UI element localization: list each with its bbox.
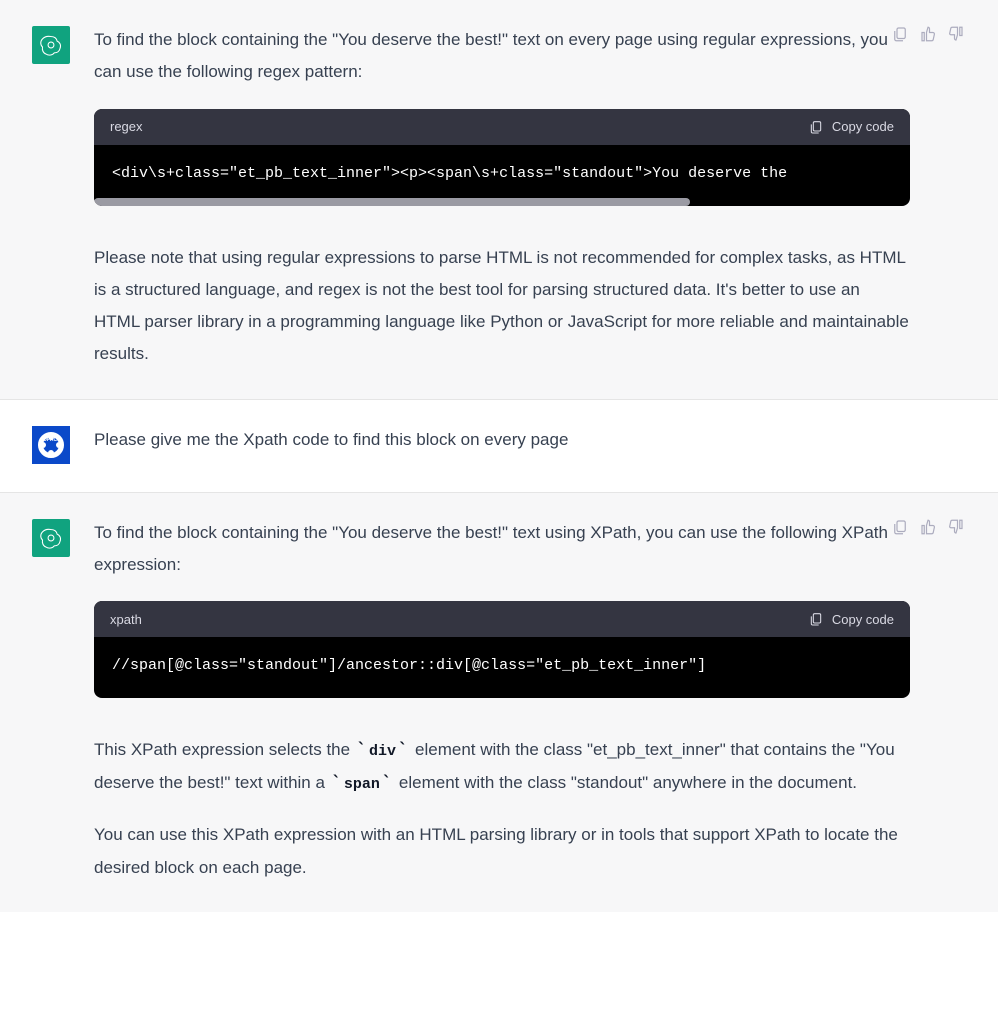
note-text: Please note that using regular expressio… [94,242,910,371]
clipboard-icon [891,518,909,536]
thumbs-down-icon [947,25,965,43]
copy-code-button[interactable]: Copy code [808,119,894,135]
code-header: xpath Copy code [94,601,910,637]
message-actions [890,517,966,537]
explain-text: This XPath expression selects the `div` … [94,734,910,799]
copy-code-label: Copy code [832,119,894,134]
thumbs-up-icon [919,518,937,536]
user-text: Please give me the Xpath code to find th… [94,424,910,456]
thumbs-up-icon [919,25,937,43]
clipboard-icon [808,119,824,135]
code-content[interactable]: <div\s+class="et_pb_text_inner"><p><span… [94,145,910,206]
copy-code-label: Copy code [832,612,894,627]
thumbs-down-icon [947,518,965,536]
message-content: To find the block containing the "You de… [94,517,966,884]
message-content: Please give me the Xpath code to find th… [94,424,966,464]
message-actions [890,24,966,44]
footer-text: You can use this XPath expression with a… [94,819,910,884]
clipboard-icon [808,611,824,627]
inline-code: span [344,776,380,793]
assistant-message: To find the block containing the "You de… [0,493,998,912]
copy-code-button[interactable]: Copy code [808,611,894,627]
code-content[interactable]: //span[@class="standout"]/ancestor::div[… [94,637,910,698]
thumbs-down-button[interactable] [946,517,966,537]
message-content: To find the block containing the "You de… [94,24,966,371]
text-fragment: This XPath expression selects the [94,740,355,759]
copy-message-button[interactable] [890,24,910,44]
clipboard-icon [891,25,909,43]
openai-logo-icon [39,33,63,57]
thumbs-up-button[interactable] [918,24,938,44]
text-fragment: element with the class "standout" anywhe… [394,773,857,792]
intro-text: To find the block containing the "You de… [94,24,910,89]
code-language-label: regex [110,119,143,134]
assistant-avatar [32,519,70,557]
user-avatar: OPACE [32,426,70,464]
user-avatar-icon: OPACE [32,426,70,464]
code-block: xpath Copy code //span[@class="standout"… [94,601,910,698]
thumbs-down-button[interactable] [946,24,966,44]
assistant-avatar [32,26,70,64]
code-language-label: xpath [110,612,142,627]
openai-logo-icon [39,526,63,550]
code-block: regex Copy code <div\s+class="et_pb_text… [94,109,910,206]
assistant-message: To find the block containing the "You de… [0,0,998,400]
thumbs-up-button[interactable] [918,517,938,537]
code-header: regex Copy code [94,109,910,145]
user-message: OPACE Please give me the Xpath code to f… [0,400,998,493]
intro-text: To find the block containing the "You de… [94,517,910,582]
inline-code: div [369,743,396,760]
copy-message-button[interactable] [890,517,910,537]
